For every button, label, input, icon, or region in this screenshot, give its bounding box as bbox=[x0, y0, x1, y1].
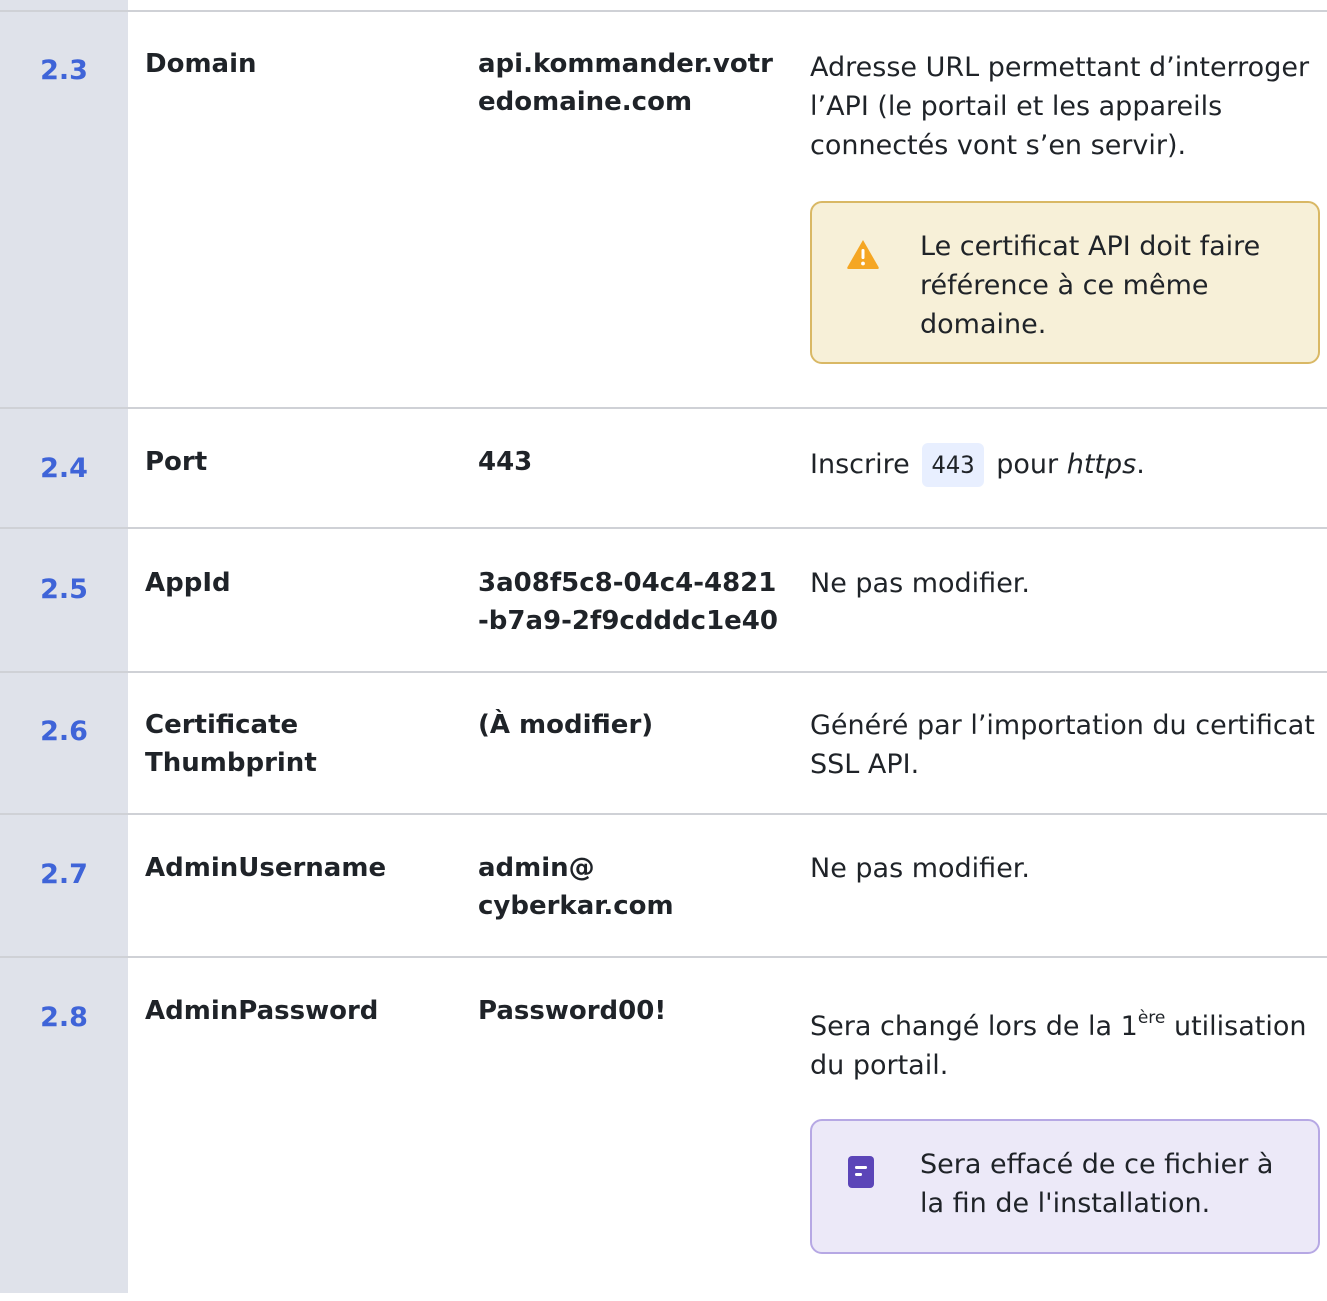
parameter-name: AdminPassword bbox=[145, 996, 379, 1026]
description-text: pour bbox=[996, 449, 1059, 480]
warning-callout: Le certificat API doit faire référence à… bbox=[810, 201, 1320, 364]
description-text: Sera changé lors de la 1 bbox=[810, 1011, 1138, 1042]
parameter-value: (À modifier) bbox=[478, 710, 654, 740]
note-callout: Sera effacé de ce fichier à la fin de l'… bbox=[810, 1119, 1320, 1254]
superscript: ère bbox=[1137, 1008, 1166, 1028]
parameter-description: Sera changé lors de la 1ère utilisation … bbox=[810, 1007, 1325, 1085]
row-number: 2.6 bbox=[40, 716, 88, 747]
row-divider bbox=[0, 10, 1327, 12]
note-text: Sera effacé de ce fichier à la fin de l'… bbox=[920, 1149, 1274, 1219]
parameter-name: AppId bbox=[145, 568, 231, 598]
warning-icon bbox=[846, 238, 880, 274]
row-divider bbox=[0, 407, 1327, 409]
parameter-description: Inscrire 443 pour https. bbox=[810, 443, 1325, 487]
row-divider bbox=[0, 527, 1327, 529]
row-number: 2.3 bbox=[40, 55, 88, 86]
note-icon bbox=[846, 1154, 876, 1194]
description-text: . bbox=[1136, 449, 1145, 480]
parameters-table: 2.3 Domain api.kommander.votredomaine.co… bbox=[0, 0, 1327, 1301]
parameter-value: admin@ cyberkar.com bbox=[478, 849, 778, 925]
row-number: 2.5 bbox=[40, 574, 88, 605]
parameter-description: Adresse URL permettant d’interroger l’AP… bbox=[810, 52, 1310, 161]
description-text: Inscrire bbox=[810, 449, 910, 480]
value-line: admin@ bbox=[478, 853, 595, 883]
parameter-name: Certificate Thumbprint bbox=[145, 710, 317, 778]
number-column-background bbox=[0, 0, 128, 1293]
parameter-description: Ne pas modifier. bbox=[810, 568, 1031, 599]
row-number: 2.7 bbox=[40, 859, 88, 890]
parameter-value: Password00! bbox=[478, 996, 667, 1026]
parameter-name: Port bbox=[145, 447, 208, 477]
parameter-name: AdminUsername bbox=[145, 853, 387, 883]
value-line: cyberkar.com bbox=[478, 891, 674, 921]
parameter-name: Domain bbox=[145, 49, 257, 79]
parameter-value: 3a08f5c8-04c4-4821-b7a9-2f9cdddc1e40 bbox=[478, 568, 778, 636]
row-number: 2.4 bbox=[40, 453, 88, 484]
row-number: 2.8 bbox=[40, 1002, 88, 1033]
row-divider bbox=[0, 671, 1327, 673]
parameter-description: Généré par l’importation du certificat S… bbox=[810, 710, 1315, 780]
row-divider bbox=[0, 956, 1327, 958]
parameter-description: Ne pas modifier. bbox=[810, 853, 1031, 884]
parameter-value: 443 bbox=[478, 447, 533, 477]
row-divider bbox=[0, 813, 1327, 815]
description-emphasis: https bbox=[1066, 449, 1137, 480]
parameter-value: api.kommander.votredomaine.com bbox=[478, 49, 773, 117]
warning-text: Le certificat API doit faire référence à… bbox=[920, 231, 1261, 340]
inline-code: 443 bbox=[922, 443, 984, 487]
